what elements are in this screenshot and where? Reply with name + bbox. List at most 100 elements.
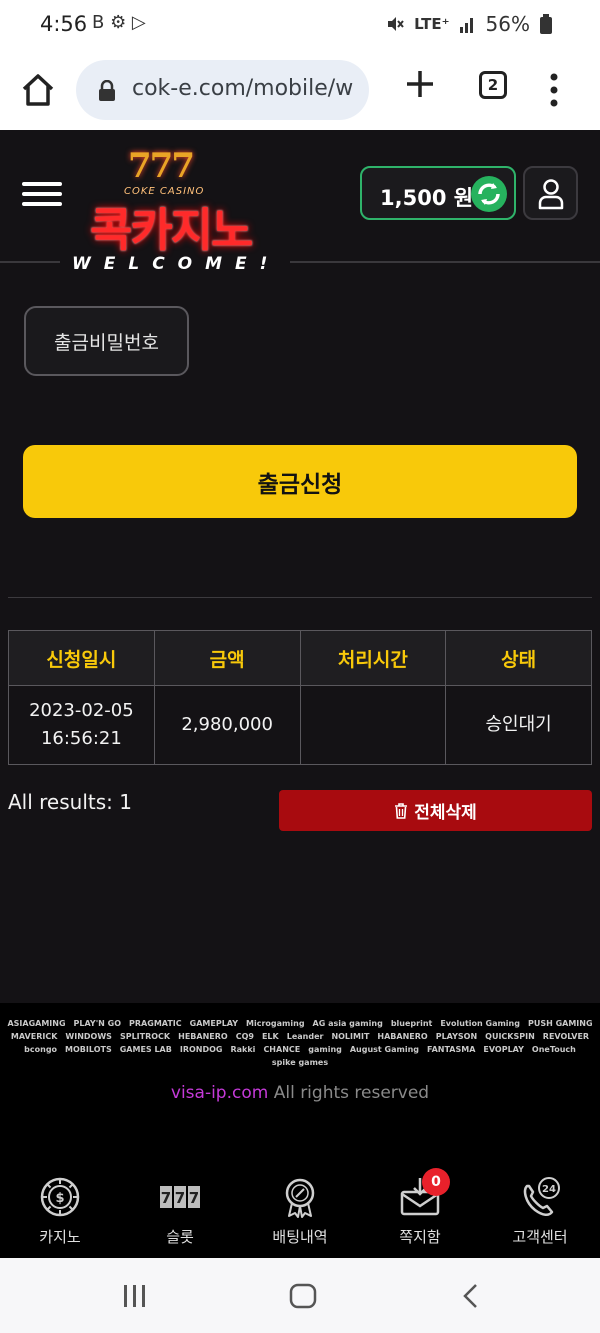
col-header-date: 신청일시 bbox=[8, 630, 155, 686]
refresh-icon[interactable] bbox=[470, 175, 508, 213]
recent-apps-icon[interactable] bbox=[122, 1284, 148, 1308]
table-row: 2023-02-05 16:56:21 2,980,000 승인대기 bbox=[8, 685, 592, 765]
nav-label-betting-history: 배팅내역 bbox=[272, 1228, 328, 1246]
provider-logo: spike games bbox=[271, 1058, 329, 1067]
svg-text:$: $ bbox=[55, 1191, 64, 1206]
message-badge: 0 bbox=[422, 1168, 450, 1196]
tab-switcher-button[interactable]: 2 bbox=[479, 71, 507, 99]
url-text: cok-e.com/mobile/w bbox=[132, 76, 354, 101]
balance-amount: 1,500 원 bbox=[380, 186, 474, 210]
provider-logo: MAVERICK bbox=[10, 1032, 58, 1041]
plus-icon[interactable] bbox=[404, 68, 436, 100]
table-header-row: 신청일시 금액 처리시간 상태 bbox=[8, 630, 592, 686]
welcome-text: WELCOME! bbox=[72, 254, 281, 274]
lock-icon bbox=[99, 80, 115, 101]
results-count: All results: 1 bbox=[8, 790, 132, 814]
betting-history-icon bbox=[285, 1178, 315, 1218]
withdraw-request-button[interactable]: 출금신청 bbox=[23, 445, 577, 518]
status-right: LTE⁺ 56% bbox=[386, 12, 552, 36]
provider-logo: Leander bbox=[286, 1032, 324, 1041]
nav-label-messages: 쪽지함 bbox=[399, 1228, 441, 1246]
provider-logo: PLAY'N GO bbox=[73, 1019, 122, 1028]
svg-text:7: 7 bbox=[189, 1189, 199, 1207]
provider-logo: Microgaming bbox=[246, 1019, 305, 1028]
nav-label-casino: 카지노 bbox=[39, 1228, 81, 1246]
nav-item-casino[interactable]: $ 카지노 bbox=[0, 1158, 120, 1258]
nav-label-customer-center: 고객센터 bbox=[512, 1228, 568, 1246]
provider-logo: CQ9 bbox=[235, 1032, 254, 1041]
nav-item-slot[interactable]: 7 7 7 슬롯 bbox=[120, 1158, 240, 1258]
provider-logo: gaming bbox=[308, 1045, 342, 1054]
status-bar: 4:56 B ⚙ ▷ LTE⁺ 56% bbox=[0, 0, 600, 52]
status-time: 4:56 bbox=[40, 12, 88, 36]
battery-percent: 56% bbox=[485, 12, 530, 36]
home-icon[interactable] bbox=[18, 70, 58, 110]
col-header-status: 상태 bbox=[445, 630, 592, 686]
slot-777-icon: 7 7 7 bbox=[160, 1186, 200, 1208]
trash-icon bbox=[395, 802, 408, 819]
provider-logo: OneTouch bbox=[531, 1045, 576, 1054]
logo-title: 콕카지노 bbox=[90, 203, 253, 257]
delete-all-label: 전체삭제 bbox=[414, 803, 477, 823]
cell-processed bbox=[299, 685, 447, 765]
site-logo[interactable]: 777 COKE CASINO 콕카지노 bbox=[80, 142, 280, 257]
col-header-amount: 금액 bbox=[153, 630, 301, 686]
delete-all-button[interactable]: 전체삭제 bbox=[279, 790, 592, 831]
mute-icon bbox=[388, 17, 404, 31]
provider-logo: REVOLVER bbox=[542, 1032, 590, 1041]
copyright: visa-ip.com All rights reserved bbox=[0, 1083, 600, 1103]
nav-item-betting-history[interactable]: 배팅내역 bbox=[240, 1158, 360, 1258]
withdraw-password-button[interactable]: 출금비밀번호 bbox=[24, 306, 189, 376]
customer-center-icon: 24 bbox=[523, 1177, 560, 1216]
nav-label-slot: 슬롯 bbox=[166, 1228, 194, 1246]
notification-icons: B ⚙ ▷ bbox=[92, 12, 146, 33]
nav-item-customer-center[interactable]: 24 고객센터 bbox=[480, 1158, 600, 1258]
back-nav-icon[interactable] bbox=[460, 1283, 482, 1309]
android-nav-bar bbox=[0, 1258, 600, 1333]
section-divider bbox=[8, 597, 592, 598]
cell-date: 2023-02-05 16:56:21 bbox=[8, 685, 155, 765]
svg-text:7: 7 bbox=[175, 1189, 185, 1207]
cell-amount: 2,980,000 bbox=[153, 685, 301, 765]
balance-display[interactable]: 1,500 원 bbox=[360, 166, 516, 220]
svg-text:7: 7 bbox=[161, 1189, 171, 1207]
provider-logo: SPLITROCK bbox=[119, 1032, 171, 1041]
battery-icon bbox=[540, 14, 552, 34]
casino-chip-icon: $ bbox=[40, 1177, 80, 1217]
network-type: LTE⁺ bbox=[414, 15, 450, 33]
withdraw-history-table: 신청일시 금액 처리시간 상태 2023-02-05 16:56:21 2,98… bbox=[8, 630, 592, 765]
copyright-text: All rights reserved bbox=[268, 1083, 430, 1103]
copyright-link[interactable]: visa-ip.com bbox=[171, 1083, 268, 1103]
browser-toolbar: cok-e.com/mobile/w 2 bbox=[0, 52, 600, 130]
provider-logo: MOBILOTS bbox=[65, 1045, 112, 1054]
provider-logo: GAMES LAB bbox=[119, 1045, 172, 1054]
cell-status: 승인대기 bbox=[445, 685, 592, 765]
svg-text:24: 24 bbox=[542, 1184, 556, 1195]
provider-logo: IRONDOG bbox=[179, 1045, 223, 1054]
more-vert-icon[interactable] bbox=[548, 72, 560, 108]
home-nav-icon[interactable] bbox=[289, 1283, 317, 1309]
provider-logo: blueprint bbox=[390, 1019, 433, 1028]
provider-logo: WINDOWS bbox=[65, 1032, 112, 1041]
user-account-button[interactable] bbox=[523, 166, 578, 220]
provider-logo: AG asia gaming bbox=[312, 1019, 383, 1028]
provider-logo: PUSH GAMING bbox=[527, 1019, 593, 1028]
cell-date-day: 2023-02-05 bbox=[29, 700, 134, 721]
provider-logo: CHANCE bbox=[263, 1045, 301, 1054]
signal-icon bbox=[459, 18, 473, 33]
url-bar[interactable]: cok-e.com/mobile/w bbox=[76, 60, 369, 120]
hamburger-menu-icon[interactable] bbox=[22, 182, 62, 210]
provider-logo: FANTASMA bbox=[427, 1045, 476, 1054]
provider-logo: EVOPLAY bbox=[483, 1045, 524, 1054]
header-divider-left bbox=[0, 261, 60, 263]
provider-logo: GAMEPLAY bbox=[189, 1019, 239, 1028]
header-divider-right bbox=[290, 261, 600, 263]
provider-logo: PLAYSON bbox=[435, 1032, 478, 1041]
provider-logo: bcongo bbox=[24, 1045, 58, 1054]
nav-item-messages[interactable]: 0 쪽지함 bbox=[360, 1158, 480, 1258]
bottom-nav: $ 카지노 7 7 7 슬롯 배팅내역 0 쪽지함 24 고객센터 bbox=[0, 1158, 600, 1258]
provider-logo: ASIAGAMING bbox=[7, 1019, 66, 1028]
provider-logos: ASIAGAMING PLAY'N GO PRAGMATIC GAMEPLAY … bbox=[0, 1019, 600, 1081]
provider-logo: NOLIMIT bbox=[331, 1032, 370, 1041]
provider-logo: August Gaming bbox=[349, 1045, 420, 1054]
